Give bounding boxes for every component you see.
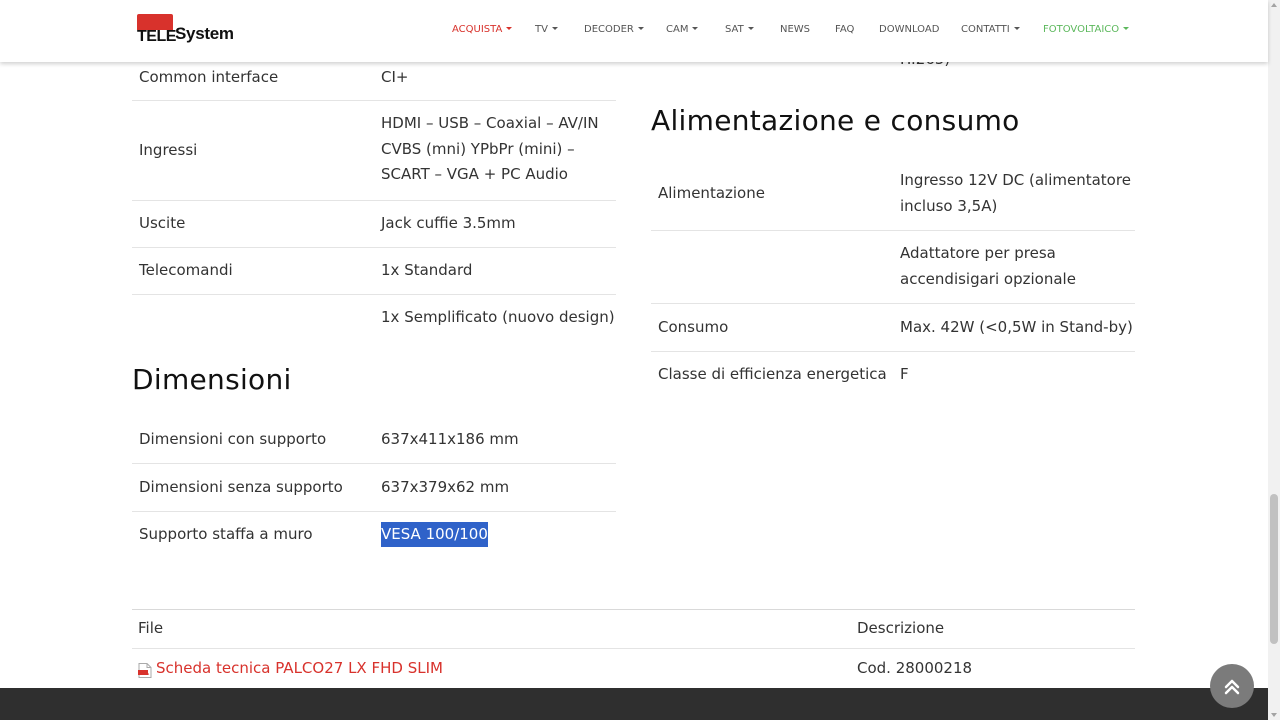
nav-decoder-label: DECODER	[584, 24, 634, 35]
spec-value: Ingresso 12V DC (alimentatore incluso 3,…	[900, 168, 1131, 219]
divider	[132, 648, 1135, 649]
nav-cam[interactable]: CAM	[666, 24, 699, 35]
nav-sat[interactable]: SAT	[725, 24, 754, 35]
footer	[0, 688, 1268, 720]
nav-acquista[interactable]: ACQUISTA	[452, 24, 513, 35]
caret-down-icon	[637, 27, 644, 30]
nav-news[interactable]: NEWS	[780, 24, 810, 35]
spec-value-line: accendisigari opzionale	[900, 269, 1076, 288]
table-row: Alimentazione Ingresso 12V DC (alimentat…	[651, 157, 1135, 231]
nav-contatti-label: CONTATTI	[961, 24, 1010, 35]
spec-value: Max. 42W (<0,5W in Stand-by)	[900, 318, 1133, 336]
table-row: Adattatore per presa accendisigari opzio…	[651, 231, 1135, 304]
logo-mark: TELE	[137, 14, 176, 48]
spec-key: Dimensioni senza supporto	[139, 478, 343, 496]
file-download-link[interactable]: Scheda tecnica PALCO27 LX FHD SLIM	[156, 659, 443, 677]
nav-tv-label: TV	[535, 24, 548, 35]
spec-key: Dimensioni con supporto	[139, 430, 327, 448]
files-col-header-descrizione: Descrizione	[857, 619, 945, 637]
spec-value: CI+	[381, 68, 409, 86]
nav-faq[interactable]: FAQ	[835, 24, 854, 35]
table-row: 1x Semplificato (nuovo design)	[132, 295, 616, 342]
spec-key: Telecomandi	[139, 261, 233, 279]
spec-key: Ingressi	[139, 141, 198, 159]
file-code: Cod. 28000218	[857, 659, 973, 677]
spec-key: Classe di efficienza energetica	[658, 365, 887, 383]
table-row: Common interface CI+	[132, 62, 616, 101]
scroll-down-arrow-icon[interactable]	[1271, 713, 1277, 717]
scrollbar-thumb[interactable]	[1270, 494, 1278, 644]
nav-tv[interactable]: TV	[535, 24, 558, 35]
caret-down-icon	[1013, 27, 1020, 30]
nav-sat-label: SAT	[725, 24, 744, 35]
spec-value: 637x379x62 mm	[381, 478, 510, 496]
spec-value: 1x Standard	[381, 261, 473, 279]
spec-key: Uscite	[139, 214, 186, 232]
double-chevron-up-icon	[1224, 679, 1240, 695]
caret-down-icon	[692, 27, 699, 30]
pdf-icon	[138, 663, 152, 678]
spec-key: Alimentazione	[658, 184, 765, 202]
nav-contatti[interactable]: CONTATTI	[961, 24, 1020, 35]
nav-cam-label: CAM	[666, 24, 689, 35]
spec-value: F	[900, 365, 909, 383]
nav-fotovoltaico-label: FOTOVOLTAICO	[1043, 24, 1120, 35]
spec-value: HDMI – USB – Coaxial – AV/IN CVBS (mni) …	[381, 111, 599, 188]
section-title-alimentazione: Alimentazione e consumo	[651, 104, 1020, 137]
spec-value-line: Adattatore per presa	[900, 244, 1056, 262]
table-row: Classe di efficienza energetica F	[651, 352, 1135, 399]
nav-fotovoltaico[interactable]: FOTOVOLTAICO	[1043, 24, 1130, 35]
table-row: Supporto staffa a muro VESA 100/100	[132, 512, 616, 560]
scroll-to-top-button[interactable]	[1210, 664, 1254, 708]
page-scrollbar[interactable]	[1268, 0, 1280, 720]
divider	[132, 609, 1135, 610]
spec-value-line: CVBS (mni) YPbPr (mini) –	[381, 139, 575, 158]
caret-down-icon	[1123, 27, 1130, 30]
spec-value: 1x Semplificato (nuovo design)	[381, 308, 615, 326]
caret-down-icon	[506, 27, 513, 30]
table-row: Consumo Max. 42W (<0,5W in Stand-by)	[651, 304, 1135, 352]
logo-text-system: System	[175, 24, 234, 43]
logo-text-tele: TELE	[137, 28, 176, 45]
spec-value-line: incluso 3,5A)	[900, 196, 998, 215]
nav-download-label: DOWNLOAD	[879, 24, 940, 35]
nav-download[interactable]: DOWNLOAD	[879, 24, 939, 35]
spec-value: Adattatore per presa accendisigari opzio…	[900, 241, 1076, 292]
files-col-header-file: File	[138, 619, 164, 637]
spec-key: Consumo	[658, 318, 729, 336]
table-row: Dimensioni senza supporto 637x379x62 mm	[132, 464, 616, 512]
spec-value-line: SCART – VGA + PC Audio	[381, 165, 568, 183]
spec-value-line: Ingresso 12V DC (alimentatore	[900, 171, 1131, 189]
spec-value-line: HDMI – USB – Coaxial – AV/IN	[381, 114, 599, 132]
spec-key: Common interface	[139, 68, 279, 86]
scroll-up-arrow-icon[interactable]	[1271, 3, 1277, 7]
caret-down-icon	[551, 27, 558, 30]
nav-news-label: NEWS	[780, 24, 811, 35]
nav-acquista-label: ACQUISTA	[452, 24, 503, 35]
nav-faq-label: FAQ	[835, 24, 855, 35]
table-row: Uscite Jack cuffie 3.5mm	[132, 201, 616, 248]
spec-value: Jack cuffie 3.5mm	[381, 214, 516, 232]
logo[interactable]: TELE System	[137, 14, 237, 48]
site-header: TELE System ACQUISTA TV DECODER CAM SAT …	[0, 0, 1268, 62]
table-row: Dimensioni con supporto 637x411x186 mm	[132, 416, 616, 464]
section-title-dimensioni: Dimensioni	[132, 363, 292, 396]
spec-key: Supporto staffa a muro	[139, 525, 313, 543]
spec-value: 637x411x186 mm	[381, 430, 519, 448]
table-row: Telecomandi 1x Standard	[132, 248, 616, 295]
nav-decoder[interactable]: DECODER	[584, 24, 644, 35]
table-row: Ingressi HDMI – USB – Coaxial – AV/IN CV…	[132, 101, 616, 201]
caret-down-icon	[747, 27, 754, 30]
spec-value-selected: VESA 100/100	[381, 522, 488, 547]
